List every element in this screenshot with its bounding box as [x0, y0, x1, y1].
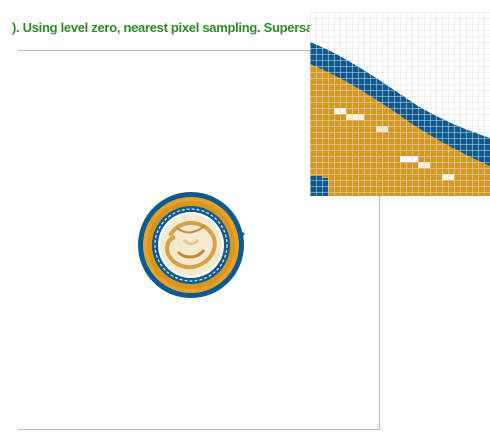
zoomed-pixels	[310, 12, 490, 196]
seal-image	[138, 192, 245, 298]
zoom-view	[310, 12, 490, 196]
